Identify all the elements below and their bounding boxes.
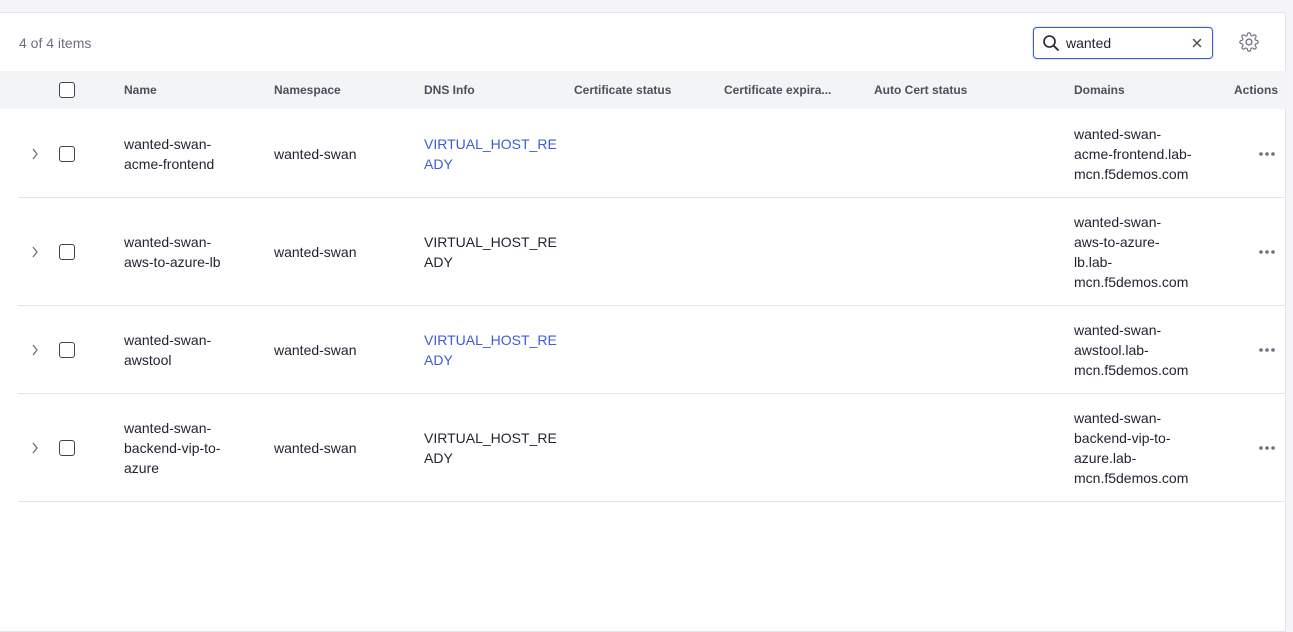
- cell-dns-info: VIRTUAL_HOST_RE ADY: [424, 232, 557, 272]
- row-checkbox[interactable]: [59, 440, 75, 456]
- search-icon: [1043, 35, 1059, 51]
- table-header: Name Namespace DNS Info Certificate stat…: [0, 71, 1286, 109]
- items-panel: 4 of 4 items Name Namespace DNS Info Cer…: [0, 12, 1286, 632]
- row-checkbox[interactable]: [59, 145, 75, 162]
- cell-dns-info-line: VIRTUAL_HOST_RE: [424, 234, 557, 250]
- column-header-namespace[interactable]: Namespace: [274, 83, 341, 97]
- cell-dns-info-line: VIRTUAL_HOST_RE: [424, 430, 557, 446]
- search-input[interactable]: [1066, 33, 1186, 53]
- cell-domains-line: wanted-swan-: [1074, 126, 1162, 142]
- cell-name: wanted-swan-backend-vip-to-azure: [124, 418, 221, 478]
- row-checkbox[interactable]: [59, 342, 75, 358]
- table-row[interactable]: wanted-swan-aws-to-azure-lb wanted-swan VI…: [18, 198, 1286, 306]
- cell-namespace: wanted-swan: [274, 146, 357, 162]
- select-all-checkbox[interactable]: [59, 82, 75, 98]
- chevron-right-icon[interactable]: [30, 441, 40, 455]
- chevron-right-icon[interactable]: [30, 245, 40, 259]
- cell-name-line: wanted-swan-: [124, 234, 212, 250]
- row-checkbox[interactable]: [59, 244, 75, 260]
- column-header-auto-cert-status[interactable]: Auto Cert status: [874, 83, 967, 97]
- cell-domains-line: wanted-swan-: [1074, 214, 1162, 230]
- close-icon[interactable]: [1190, 36, 1204, 50]
- column-header-certificate-status[interactable]: Certificate status: [574, 83, 714, 97]
- search-box[interactable]: [1033, 27, 1213, 59]
- more-actions-icon[interactable]: [1258, 151, 1276, 157]
- cell-domains-line: aws-to-azure-: [1074, 234, 1160, 250]
- cell-dns-info-line: VIRTUAL_HOST_RE: [424, 332, 557, 348]
- column-header-dns-info[interactable]: DNS Info: [424, 83, 475, 97]
- gear-icon[interactable]: [1239, 32, 1259, 52]
- cell-domains: wanted-swan-awstool.lab-mcn.f5demos.com: [1074, 320, 1188, 380]
- cell-dns-info[interactable]: VIRTUAL_HOST_RE ADY: [424, 330, 557, 370]
- cell-name-line: awstool: [124, 352, 172, 368]
- cell-domains-line: wanted-swan-: [1074, 410, 1162, 426]
- cell-dns-info-line: ADY: [424, 352, 453, 368]
- cell-dns-info-line: VIRTUAL_HOST_RE: [424, 136, 557, 152]
- table-row[interactable]: wanted-swan-backend-vip-to-azure wanted-s…: [18, 394, 1286, 502]
- cell-namespace: wanted-swan: [274, 342, 357, 358]
- cell-dns-info: VIRTUAL_HOST_RE ADY: [424, 428, 557, 468]
- cell-name-line: acme-frontend: [124, 156, 215, 172]
- column-header-actions: Actions: [1234, 83, 1279, 97]
- cell-name-line: wanted-swan-: [124, 332, 212, 348]
- column-header-name[interactable]: Name: [124, 83, 157, 97]
- cell-name-line: backend-vip-to-: [124, 440, 221, 456]
- cell-namespace: wanted-swan: [274, 244, 357, 260]
- cell-domains-line: backend-vip-to-: [1074, 430, 1171, 446]
- cell-domains: wanted-swan-aws-to-azure-lb.lab-mcn.f5de…: [1074, 212, 1188, 292]
- cell-dns-info-line: ADY: [424, 156, 453, 172]
- cell-domains-line: azure.lab-: [1074, 450, 1137, 466]
- cell-domains-line: acme-frontend.lab-: [1074, 146, 1192, 162]
- cell-name-line: azure: [124, 460, 160, 476]
- cell-domains-line: mcn.f5demos.com: [1074, 362, 1189, 378]
- chevron-right-icon[interactable]: [30, 147, 40, 161]
- cell-domains-line: lb.lab-: [1074, 254, 1113, 270]
- cell-domains-line: mcn.f5demos.com: [1074, 470, 1189, 486]
- table-body: wanted-swan-acme-frontend wanted-swan VIRT…: [18, 109, 1286, 502]
- column-header-domains[interactable]: Domains: [1074, 83, 1125, 97]
- cell-domains-line: mcn.f5demos.com: [1074, 166, 1189, 182]
- table-row[interactable]: wanted-swan-awstool wanted-swan VIRTUAL_HO…: [18, 306, 1286, 394]
- cell-domains-line: wanted-swan-: [1074, 322, 1162, 338]
- more-actions-icon[interactable]: [1258, 445, 1276, 451]
- column-header-certificate-expiration[interactable]: Certificate expira...: [724, 83, 842, 97]
- table-row[interactable]: wanted-swan-acme-frontend wanted-swan VIRT…: [18, 109, 1286, 198]
- chevron-right-icon[interactable]: [30, 343, 40, 357]
- cell-dns-info[interactable]: VIRTUAL_HOST_RE ADY: [424, 134, 557, 174]
- cell-dns-info-line: ADY: [424, 450, 453, 466]
- items-table: Name Namespace DNS Info Certificate stat…: [0, 71, 1286, 502]
- cell-domains-line: mcn.f5demos.com: [1074, 274, 1189, 290]
- cell-dns-info-line: ADY: [424, 254, 453, 270]
- cell-name: wanted-swan-acme-frontend: [124, 134, 214, 174]
- cell-domains: wanted-swan-acme-frontend.lab-mcn.f5demo…: [1074, 124, 1192, 184]
- cell-name: wanted-swan-aws-to-azure-lb: [124, 232, 220, 272]
- cell-namespace: wanted-swan: [274, 440, 357, 456]
- cell-name: wanted-swan-awstool: [124, 330, 211, 370]
- cell-domains-line: awstool.lab-: [1074, 342, 1149, 358]
- cell-domains: wanted-swan-backend-vip-to-azure.lab-mcn…: [1074, 408, 1188, 488]
- more-actions-icon[interactable]: [1258, 249, 1276, 255]
- cell-name-line: wanted-swan-: [124, 136, 212, 152]
- table-toolbar: 4 of 4 items: [0, 13, 1286, 71]
- cell-name-line: wanted-swan-: [124, 420, 212, 436]
- item-count: 4 of 4 items: [19, 35, 92, 51]
- more-actions-icon[interactable]: [1258, 347, 1276, 353]
- cell-name-line: aws-to-azure-lb: [124, 254, 221, 270]
